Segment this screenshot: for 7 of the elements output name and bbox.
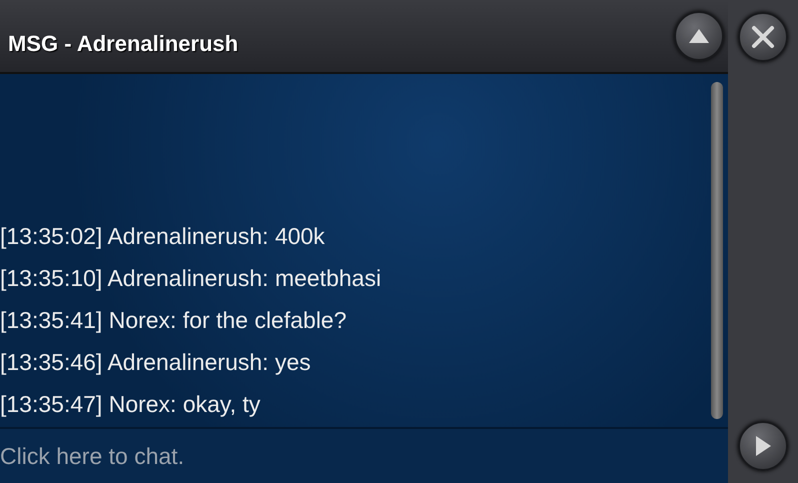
chat-message: [13:35:41] Norex: for the clefable? bbox=[0, 306, 348, 335]
chat-message: [13:35:10] Adrenalinerush: meetbhasi bbox=[0, 264, 382, 293]
chat-message: [13:35:02] Adrenalinerush: 400k bbox=[0, 222, 326, 251]
window-title: MSG - Adrenalinerush bbox=[8, 33, 238, 55]
chat-message: [13:35:47] Norex: okay, ty bbox=[0, 390, 262, 419]
chat-input[interactable]: Click here to chat. bbox=[0, 429, 728, 483]
chat-message: [13:35:46] Adrenalinerush: yes bbox=[0, 348, 312, 377]
